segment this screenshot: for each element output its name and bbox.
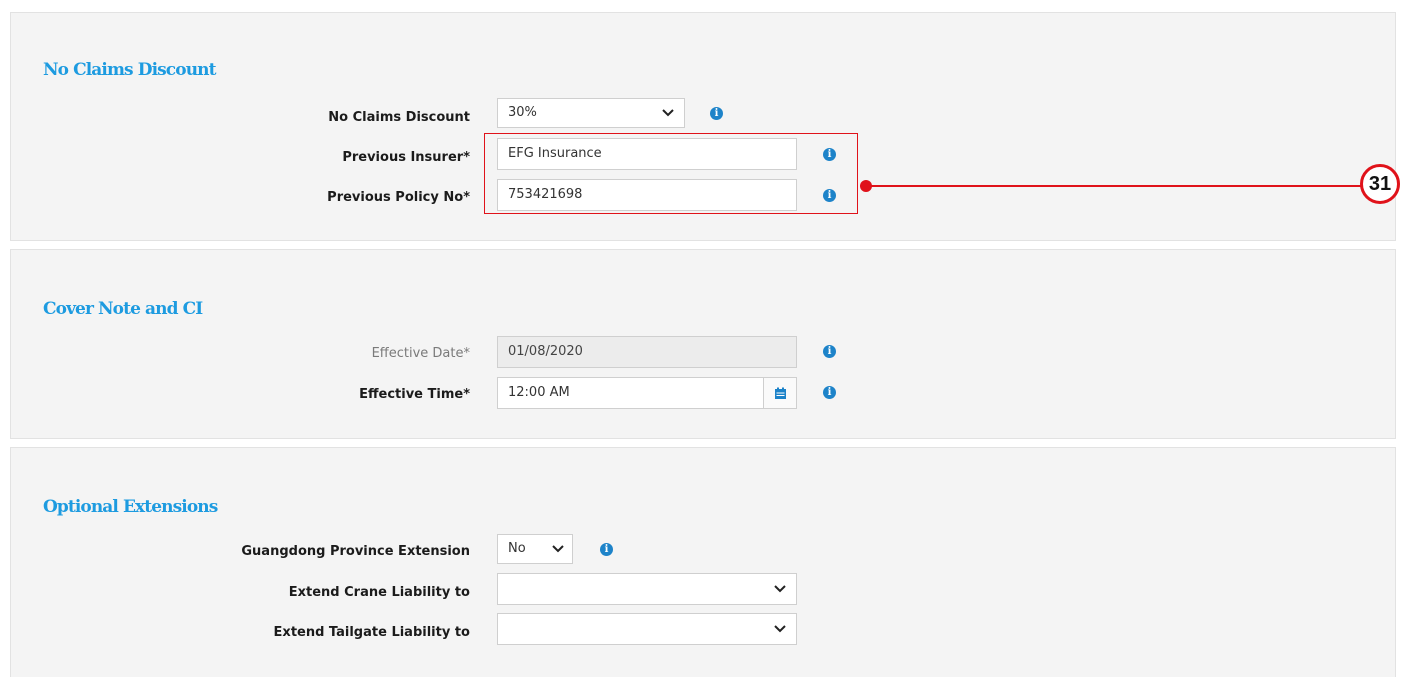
cover-note-section-title: Cover Note and CI <box>43 299 203 319</box>
optional-extensions-section-title: Optional Extensions <box>43 497 218 517</box>
effective-date-label: Effective Date* <box>371 346 470 361</box>
effective-time-label: Effective Time* <box>359 387 470 402</box>
calendar-icon[interactable] <box>763 378 796 408</box>
info-circle-icon[interactable]: i <box>710 107 723 120</box>
info-circle-icon[interactable]: i <box>823 148 836 161</box>
effective-date-input: 01/08/2020 <box>497 336 797 368</box>
effective-date-value: 01/08/2020 <box>508 344 583 359</box>
previous-policy-no-input[interactable]: 753421698 <box>497 179 797 211</box>
effective-time-input[interactable]: 12:00 AM <box>497 377 797 409</box>
annotation-leader-line <box>866 185 1362 187</box>
previous-insurer-value: EFG Insurance <box>508 146 602 161</box>
ncd-select[interactable]: 30% <box>497 98 685 128</box>
previous-policy-no-label: Previous Policy No* <box>327 190 470 205</box>
crane-liability-label: Extend Crane Liability to <box>288 585 470 600</box>
chevron-down-icon <box>662 99 674 127</box>
ncd-section-title: No Claims Discount <box>43 60 216 80</box>
tailgate-liability-label: Extend Tailgate Liability to <box>273 625 470 640</box>
crane-liability-select[interactable] <box>497 573 797 605</box>
chevron-down-icon <box>774 614 786 644</box>
chevron-down-icon <box>552 535 564 563</box>
info-circle-icon[interactable]: i <box>823 345 836 358</box>
previous-insurer-label: Previous Insurer* <box>342 150 470 165</box>
info-circle-icon[interactable]: i <box>823 386 836 399</box>
effective-time-value: 12:00 AM <box>508 385 570 400</box>
guangdong-select-value: No <box>508 541 526 556</box>
previous-insurer-input[interactable]: EFG Insurance <box>497 138 797 170</box>
guangdong-select[interactable]: No <box>497 534 573 564</box>
annotation-leader-dot <box>860 180 872 192</box>
ncd-select-value: 30% <box>508 105 537 120</box>
annotation-number-badge: 31 <box>1360 164 1400 204</box>
info-circle-icon[interactable]: i <box>823 189 836 202</box>
ncd-label: No Claims Discount <box>328 110 470 125</box>
info-circle-icon[interactable]: i <box>600 543 613 556</box>
guangdong-label: Guangdong Province Extension <box>241 544 470 559</box>
previous-policy-no-value: 753421698 <box>508 187 583 202</box>
chevron-down-icon <box>774 574 786 604</box>
tailgate-liability-select[interactable] <box>497 613 797 645</box>
